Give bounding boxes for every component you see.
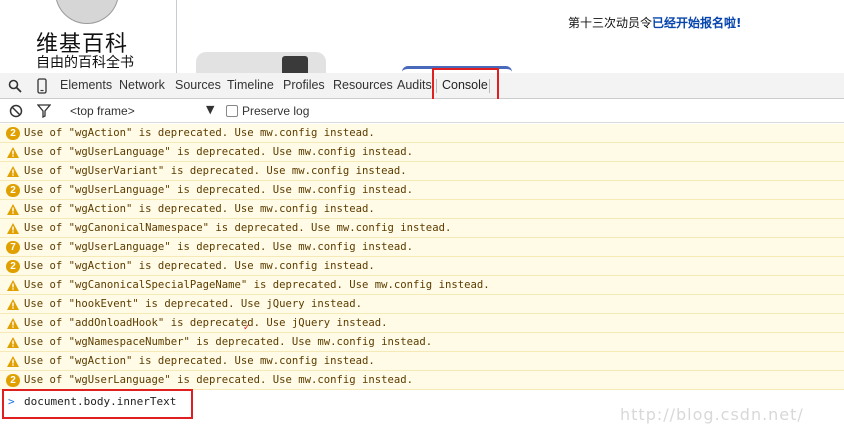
- tab-audits[interactable]: Audits: [397, 78, 432, 92]
- console-message-text: Use of "wgUserLanguage" is deprecated. U…: [24, 184, 414, 196]
- warning-icon: [7, 356, 19, 367]
- chevron-down-icon[interactable]: ▼: [206, 103, 214, 116]
- preserve-log-label: Preserve log: [242, 104, 310, 118]
- console-message-row[interactable]: Use of "wgCanonicalSpecialPageName" is d…: [0, 276, 844, 295]
- console-message-row[interactable]: Use of "wgUserLanguage" is deprecated. U…: [0, 143, 844, 162]
- console-message-row[interactable]: Use of "wgUserVariant" is deprecated. Us…: [0, 162, 844, 181]
- console-message-row[interactable]: 2 Use of "wgAction" is deprecated. Use mw…: [0, 124, 844, 143]
- console-message-text: Use of "wgAction" is deprecated. Use mw.…: [24, 127, 375, 139]
- console-message-list: 2 Use of "wgAction" is deprecated. Use mw…: [0, 124, 844, 391]
- tab-timeline[interactable]: Timeline: [227, 78, 274, 92]
- console-message-row[interactable]: 2 Use of "wgAction" is deprecated. Use mw…: [0, 257, 844, 276]
- red-mark: ✓: [243, 323, 251, 333]
- repeat-count-badge: 2: [6, 260, 20, 273]
- tab-profiles[interactable]: Profiles: [283, 78, 325, 92]
- warning-icon: [7, 280, 19, 291]
- console-message-text: Use of "wgUserLanguage" is deprecated. U…: [24, 374, 414, 386]
- filter-funnel-icon[interactable]: [37, 104, 51, 118]
- console-message-text: Use of "hookEvent" is deprecated. Use jQ…: [24, 298, 363, 310]
- console-message-text: Use of "wgAction" is deprecated. Use mw.…: [24, 260, 375, 272]
- console-message-row[interactable]: Use of "wgCanonicalNamespace" is depreca…: [0, 219, 844, 238]
- console-filter-bar: <top frame> ▼ Preserve log: [0, 99, 844, 123]
- console-message-text: Use of "wgUserLanguage" is deprecated. U…: [24, 146, 414, 158]
- console-message-row[interactable]: Use of "wgNamespaceNumber" is deprecated…: [0, 333, 844, 352]
- warning-icon: [7, 223, 19, 234]
- warning-icon: [7, 204, 19, 215]
- repeat-count-badge: 2: [6, 127, 20, 140]
- device-mode-icon[interactable]: [34, 78, 50, 94]
- warning-icon: [7, 318, 19, 329]
- wiki-logo-subtitle: 自由的百科全书: [36, 55, 134, 71]
- warning-icon: [7, 166, 19, 177]
- console-message-text: Use of "wgCanonicalSpecialPageName" is d…: [24, 279, 490, 291]
- watermark: http://blog.csdn.net/: [620, 405, 804, 424]
- inspect-search-icon[interactable]: [8, 79, 22, 93]
- console-message-text: Use of "wgNamespaceNumber" is deprecated…: [24, 336, 433, 348]
- console-message-text: Use of "wgUserLanguage" is deprecated. U…: [24, 241, 414, 253]
- notice-suffix: !: [736, 16, 742, 30]
- console-message-row[interactable]: Use of "addOnloadHook" is deprecated. Us…: [0, 314, 844, 333]
- screenshot-root: 维基百科 自由的百科全书 第十三次动员令已经开始报名啦! Elements Ne…: [0, 0, 844, 437]
- console-message-row[interactable]: 2 Use of "wgUserLanguage" is deprecated. …: [0, 181, 844, 200]
- preserve-log-checkbox[interactable]: [226, 105, 238, 117]
- repeat-count-badge: 2: [6, 374, 20, 387]
- tab-sources[interactable]: Sources: [175, 78, 221, 92]
- console-message-text: Use of "wgAction" is deprecated. Use mw.…: [24, 355, 375, 367]
- frame-selector[interactable]: <top frame>: [70, 104, 135, 118]
- console-message-text: Use of "wgCanonicalNamespace" is depreca…: [24, 222, 452, 234]
- command-highlight-box: [2, 389, 193, 419]
- console-message-text: Use of "wgAction" is deprecated. Use mw.…: [24, 203, 375, 215]
- console-message-row[interactable]: Use of "wgAction" is deprecated. Use mw.…: [0, 200, 844, 219]
- console-message-text: Use of "addOnloadHook" is deprecated. Us…: [24, 317, 388, 329]
- console-message-text: Use of "wgUserVariant" is deprecated. Us…: [24, 165, 407, 177]
- tab-network[interactable]: Network: [119, 78, 165, 92]
- console-message-row[interactable]: 2 Use of "wgUserLanguage" is deprecated. …: [0, 371, 844, 390]
- repeat-count-badge: 7: [6, 241, 20, 254]
- tab-resources[interactable]: Resources: [333, 78, 393, 92]
- console-message-row[interactable]: Use of "wgAction" is deprecated. Use mw.…: [0, 352, 844, 371]
- wiki-page-strip: 维基百科 自由的百科全书 第十三次动员令已经开始报名啦!: [0, 0, 844, 73]
- tab-elements[interactable]: Elements: [60, 78, 112, 92]
- wiki-logo-area[interactable]: 维基百科 自由的百科全书: [0, 0, 177, 73]
- warning-icon: [7, 299, 19, 310]
- console-message-row[interactable]: 7 Use of "wgUserLanguage" is deprecated. …: [0, 238, 844, 257]
- clear-console-icon[interactable]: [9, 104, 23, 118]
- warning-icon: [7, 147, 19, 158]
- notice-prefix: 第十三次动员令: [568, 16, 653, 30]
- site-notice: 第十三次动员令已经开始报名啦!: [568, 14, 742, 31]
- puzzle-piece-image: [282, 56, 308, 73]
- repeat-count-badge: 2: [6, 184, 20, 197]
- devtools-tab-bar: Elements Network Sources Timeline Profil…: [0, 73, 844, 99]
- notice-link[interactable]: 已经开始报名啦: [652, 16, 736, 30]
- warning-icon: [7, 337, 19, 348]
- console-message-row[interactable]: Use of "hookEvent" is deprecated. Use jQ…: [0, 295, 844, 314]
- wiki-globe-icon: [55, 0, 119, 24]
